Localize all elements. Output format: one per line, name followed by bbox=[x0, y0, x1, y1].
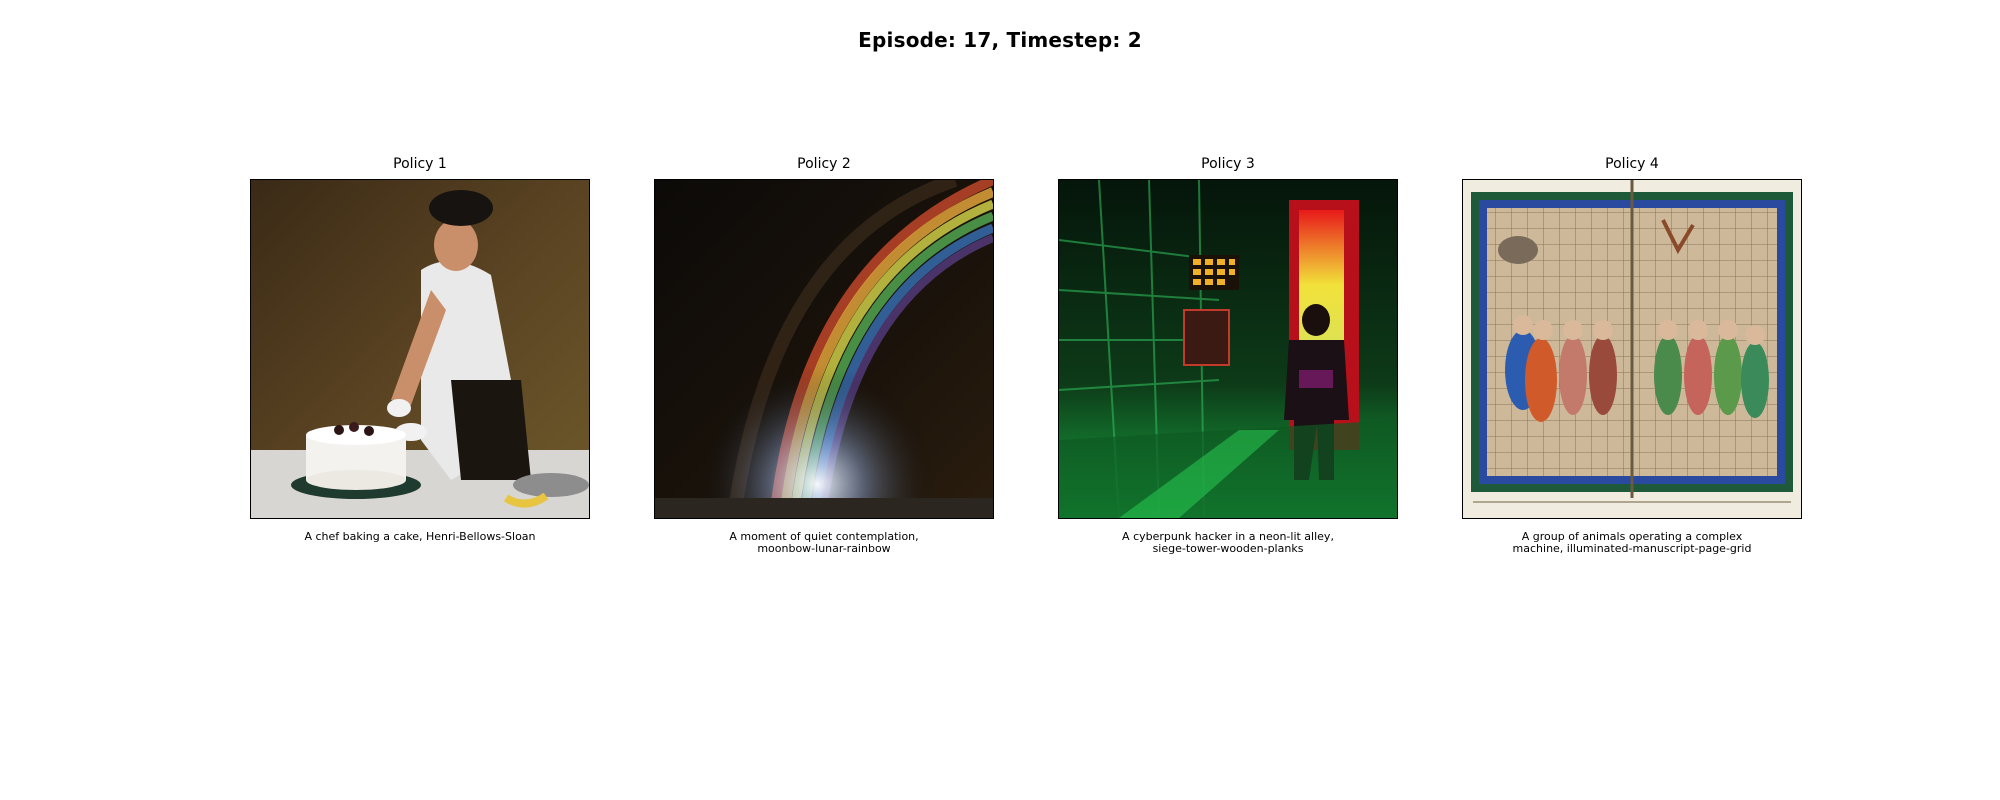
panel-caption: A cyberpunk hacker in a neon-lit alley, … bbox=[1122, 530, 1334, 555]
policy-image-3 bbox=[1058, 179, 1398, 519]
panel-title: Policy 4 bbox=[1605, 156, 1659, 172]
policy-image-1 bbox=[250, 179, 590, 519]
chef-painting-image bbox=[251, 180, 589, 518]
panel-title: Policy 1 bbox=[393, 156, 447, 172]
policy-panel-4: Policy 4 A group of animals operating a … bbox=[1462, 155, 1802, 555]
panel-caption: A chef baking a cake, Henri-Bellows-Sloa… bbox=[304, 530, 536, 543]
cyberpunk-alley-image bbox=[1059, 180, 1397, 518]
policy-image-4 bbox=[1462, 179, 1802, 519]
panel-caption: A group of animals operating a complex m… bbox=[1512, 530, 1752, 555]
panel-caption: A moment of quiet contemplation, moonbow… bbox=[729, 530, 919, 555]
panel-title: Policy 3 bbox=[1201, 156, 1255, 172]
illuminated-manuscript-image bbox=[1463, 180, 1801, 518]
figure-title: Episode: 17, Timestep: 2 bbox=[858, 28, 1142, 52]
policy-panel-3: Policy 3 A cyberpunk hacker in a neon-li… bbox=[1058, 155, 1398, 555]
policy-panel-1: Policy 1 A chef baking a cake, Henri-Bel… bbox=[250, 155, 590, 543]
policy-panel-2: Policy 2 A moment of quiet contemplation… bbox=[654, 155, 994, 555]
panel-title: Policy 2 bbox=[797, 156, 851, 172]
policy-image-2 bbox=[654, 179, 994, 519]
moonbow-image bbox=[655, 180, 993, 518]
